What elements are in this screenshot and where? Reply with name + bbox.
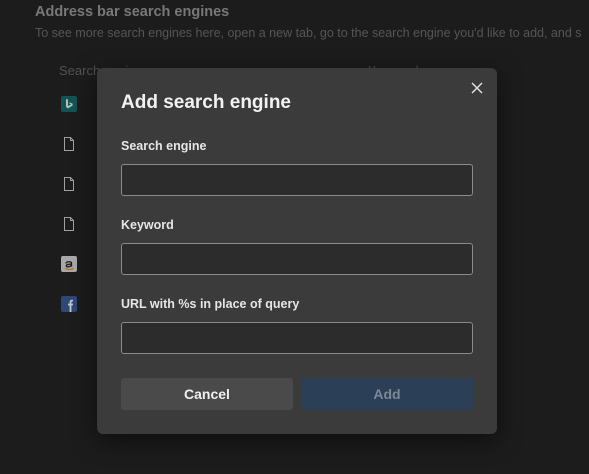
keyword-input[interactable] xyxy=(121,243,473,275)
search-engine-label: Search engine xyxy=(121,139,207,153)
url-label: URL with %s in place of query xyxy=(121,297,300,311)
url-input[interactable] xyxy=(121,322,473,354)
search-engine-input[interactable] xyxy=(121,164,473,196)
dialog-title: Add search engine xyxy=(121,92,291,113)
cancel-button[interactable]: Cancel xyxy=(121,378,293,410)
add-search-engine-dialog: Add search engine Search engine Keyword … xyxy=(97,68,497,434)
close-icon[interactable] xyxy=(467,78,487,98)
add-button[interactable]: Add xyxy=(301,378,473,410)
keyword-label: Keyword xyxy=(121,218,174,232)
